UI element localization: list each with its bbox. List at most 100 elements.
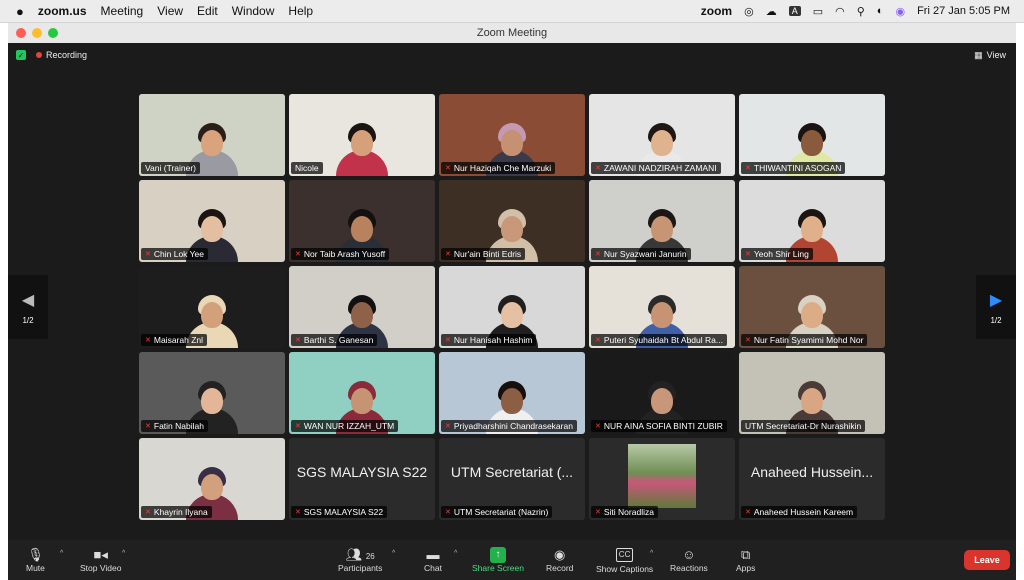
mute-button[interactable]: 🎙︎ Mute xyxy=(26,542,45,578)
participant-tile[interactable]: ✕ Khayrin Ilyana xyxy=(139,438,285,520)
participant-name: Maisarah Znl xyxy=(153,335,204,345)
participant-name: Priyadharshini Chandrasekaran xyxy=(453,421,573,431)
apps-button[interactable]: ⧉ Apps xyxy=(736,542,755,578)
participant-tile[interactable]: ✕ Yeoh Shir Ling xyxy=(739,180,885,262)
muted-microphone-icon: ✕ xyxy=(445,337,451,344)
participant-tile[interactable]: ✕ Nur Haziqah Che Marzuki xyxy=(439,94,585,176)
participant-name: UTM Secretariat-Dr Nurashikin xyxy=(745,421,862,431)
input-source-icon[interactable]: A xyxy=(788,6,801,16)
next-page-button[interactable]: ▶ 1/2 xyxy=(976,275,1016,339)
window-title: Zoom Meeting xyxy=(476,27,548,39)
participant-name-label: ✕ Maisarah Znl xyxy=(141,334,208,346)
grid-view-icon: ▦ xyxy=(974,49,983,60)
participants-button[interactable]: 👥︎ 26 Participants xyxy=(338,542,382,578)
participant-tile[interactable]: ✕ NUR AINA SOFIA BINTI ZUBIR xyxy=(589,352,735,434)
participant-name-label: ✕ Barthi S. Ganesan xyxy=(291,334,378,346)
reactions-button[interactable]: ☺ Reactions xyxy=(670,542,708,578)
cloud-icon[interactable]: ☁ xyxy=(766,5,777,18)
participant-tile[interactable]: Anaheed Hussein... ✕ Anaheed Hussein Karee… xyxy=(739,438,885,520)
participant-tile[interactable]: ✕ Nur'ain Binti Edris xyxy=(439,180,585,262)
participant-display-name: Anaheed Hussein... xyxy=(750,464,874,480)
menu-window[interactable]: Window xyxy=(232,4,275,18)
muted-microphone-icon: ✕ xyxy=(445,251,451,258)
participant-tile[interactable]: Vani (Trainer) xyxy=(139,94,285,176)
participant-tile[interactable]: Nicole xyxy=(289,94,435,176)
muted-microphone-icon: ✕ xyxy=(445,165,451,172)
participant-tile[interactable]: ✕ Chin Lok Yee xyxy=(139,180,285,262)
participant-name: Puteri Syuhaidah Bt Abdul Ra... xyxy=(603,335,723,345)
participant-name: SGS MALAYSIA S22 xyxy=(303,507,384,517)
wifi-icon[interactable]: ◠ xyxy=(835,5,845,18)
record-icon: ◉ xyxy=(554,547,566,562)
muted-microphone-icon: ✕ xyxy=(595,337,601,344)
chat-button[interactable]: ▬ Chat xyxy=(424,542,442,578)
spotlight-search-icon[interactable]: ⚲ xyxy=(857,5,865,18)
participant-name: UTM Secretariat (Nazrin) xyxy=(453,507,549,517)
participant-name-label: ✕ Yeoh Shir Ling xyxy=(741,248,813,260)
minimize-window-button[interactable] xyxy=(32,28,42,38)
zoom-status-icon[interactable]: zoom xyxy=(701,4,732,18)
video-options-chevron-icon[interactable]: ^ xyxy=(122,550,125,557)
captions-chevron-icon[interactable]: ^ xyxy=(650,550,653,557)
view-button[interactable]: ▦ View xyxy=(974,50,1006,61)
meeting-toolbar: 🎙︎ Mute ^ ■◂ Stop Video ^ 👥︎ 26 Particip… xyxy=(8,540,1016,580)
stop-video-button[interactable]: ■◂ Stop Video xyxy=(80,542,121,578)
participant-tile[interactable]: ✕ Puteri Syuhaidah Bt Abdul Ra... xyxy=(589,266,735,348)
menu-help[interactable]: Help xyxy=(288,4,313,18)
control-center-icon[interactable]: ◐ xyxy=(877,5,884,17)
menubar-clock[interactable]: Fri 27 Jan 5:05 PM xyxy=(917,5,1010,17)
apple-icon[interactable]: ● xyxy=(16,4,24,19)
participant-tile[interactable]: UTM Secretariat (... ✕ UTM Secretariat (Na… xyxy=(439,438,585,520)
show-captions-button[interactable]: CC Show Captions xyxy=(596,542,653,578)
muted-microphone-icon: ✕ xyxy=(745,337,751,344)
participant-tile[interactable]: ✕ Nur Hanisah Hashim xyxy=(439,266,585,348)
participant-tile[interactable]: ✕ Nur Fatin Syamimi Mohd Nor xyxy=(739,266,885,348)
stop-video-label: Stop Video xyxy=(80,563,122,573)
participants-chevron-icon[interactable]: ^ xyxy=(392,550,395,557)
leave-button[interactable]: Leave xyxy=(964,550,1010,570)
participant-tile[interactable]: ✕ Fatin Nabilah xyxy=(139,352,285,434)
recording-label: Recording xyxy=(46,50,88,60)
zoom-window-button[interactable] xyxy=(48,28,58,38)
participant-name-label: Nicole xyxy=(291,162,323,174)
record-button[interactable]: ◉ Record xyxy=(546,542,573,578)
participant-tile[interactable]: ✕ Barthi S. Ganesan xyxy=(289,266,435,348)
participant-name: Nur Hanisah Hashim xyxy=(453,335,533,345)
left-arrow-icon: ◀ xyxy=(21,291,35,309)
share-screen-button[interactable]: ↑ Share Screen xyxy=(472,542,524,578)
audio-options-chevron-icon[interactable]: ^ xyxy=(60,550,63,557)
participant-tile[interactable]: ✕ Maisarah Znl xyxy=(139,266,285,348)
participant-tile[interactable]: SGS MALAYSIA S22 ✕ SGS MALAYSIA S22 xyxy=(289,438,435,520)
participant-tile[interactable]: ✕ ZAWANI NADZIRAH ZAMANI xyxy=(589,94,735,176)
chat-label: Chat xyxy=(424,563,442,573)
close-window-button[interactable] xyxy=(16,28,26,38)
menu-view[interactable]: View xyxy=(157,4,183,18)
participant-tile[interactable]: ✕ THIWANTINI ASOGAN xyxy=(739,94,885,176)
participant-name: Anaheed Hussein Kareem xyxy=(753,507,854,517)
participant-tile[interactable]: ✕ Siti Noradliza xyxy=(589,438,735,520)
muted-microphone-icon: ✕ xyxy=(295,423,301,430)
participant-name: Chin Lok Yee xyxy=(153,249,204,259)
participant-tile[interactable]: ✕ WAN NUR IZZAH_UTM xyxy=(289,352,435,434)
muted-microphone-icon: ✕ xyxy=(595,251,601,258)
participant-name: Vani (Trainer) xyxy=(145,163,197,173)
participant-name-label: ✕ Nur Syazwani Janurin xyxy=(591,248,691,260)
muted-microphone-icon: ✕ xyxy=(145,509,151,516)
participant-tile[interactable]: ✕ Priyadharshini Chandrasekaran xyxy=(439,352,585,434)
menu-meeting[interactable]: Meeting xyxy=(101,4,144,18)
creative-cloud-icon[interactable]: ◎ xyxy=(744,5,754,18)
previous-page-button[interactable]: ◀ 1/2 xyxy=(8,275,48,339)
app-menu-zoom[interactable]: zoom.us xyxy=(38,4,87,18)
battery-icon[interactable]: ▭ xyxy=(813,5,823,18)
participant-tile[interactable]: ✕ Nur Syazwani Janurin xyxy=(589,180,735,262)
security-shield-icon[interactable]: ✓ xyxy=(16,50,26,60)
chat-chevron-icon[interactable]: ^ xyxy=(454,550,457,557)
participant-name: Nur Syazwani Janurin xyxy=(603,249,687,259)
participant-name: THIWANTINI ASOGAN xyxy=(753,163,842,173)
participant-tile[interactable]: ✕ Nor Taib Arash Yusoff xyxy=(289,180,435,262)
siri-icon[interactable]: ◉ xyxy=(895,5,905,18)
participant-tile[interactable]: UTM Secretariat-Dr Nurashikin xyxy=(739,352,885,434)
right-arrow-icon: ▶ xyxy=(989,291,1003,309)
profile-photo xyxy=(628,444,696,508)
menu-edit[interactable]: Edit xyxy=(197,4,218,18)
